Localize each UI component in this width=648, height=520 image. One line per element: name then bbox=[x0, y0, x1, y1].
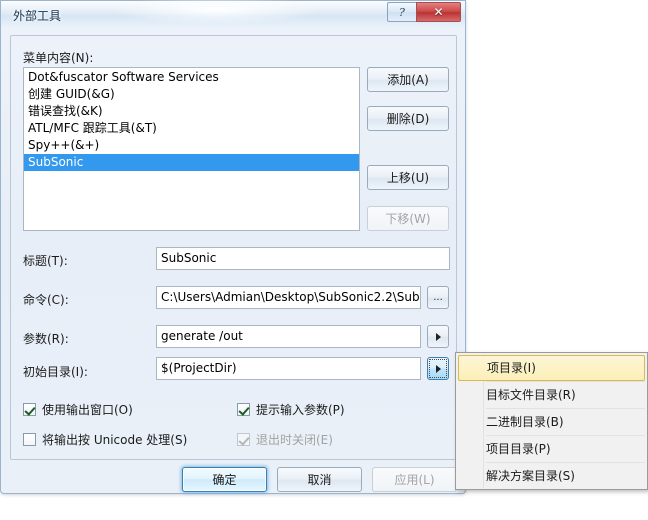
prompt-for-arguments-checkbox[interactable]: 提示输入参数(P) bbox=[237, 401, 345, 418]
close-on-exit-label: 退出时关闭(E) bbox=[256, 433, 333, 447]
chevron-right-icon bbox=[435, 332, 441, 341]
list-item-selected[interactable]: SubSonic bbox=[24, 154, 359, 171]
menu-item-target-file-dir[interactable]: 目标文件目录(R) bbox=[456, 382, 647, 408]
move-up-button[interactable]: 上移(U) bbox=[367, 165, 449, 190]
apply-button: 应用(L) bbox=[372, 467, 457, 492]
initial-directory-input[interactable]: $(ProjectDir) bbox=[156, 357, 421, 380]
help-icon[interactable]: ? bbox=[387, 2, 416, 22]
list-item[interactable]: 创建 GUID(&G) bbox=[24, 86, 359, 103]
menu-contents-listbox[interactable]: Dot&fuscator Software Services 创建 GUID(&… bbox=[23, 67, 360, 231]
prompt-for-arguments-label: 提示输入参数(P) bbox=[256, 403, 345, 417]
list-item[interactable]: Dot&fuscator Software Services bbox=[24, 69, 359, 86]
menu-item-solution-dir[interactable]: 解决方案目录(S) bbox=[456, 463, 647, 489]
external-tools-dialog: 外部工具 ? ✕ 菜单内容(N): Dot&fuscator Software … bbox=[0, 0, 466, 494]
checkbox-icon bbox=[23, 403, 36, 416]
list-item[interactable]: Spy++(&+) bbox=[24, 137, 359, 154]
checkbox-icon bbox=[237, 403, 250, 416]
command-field-label: 命令(C): bbox=[23, 293, 69, 307]
checkbox-icon bbox=[237, 433, 250, 446]
arguments-input[interactable]: generate /out bbox=[156, 325, 421, 348]
menu-item-binary-dir[interactable]: 二进制目录(B) bbox=[456, 409, 647, 435]
caption-button-group: ? ✕ bbox=[387, 2, 461, 23]
command-input[interactable]: C:\Users\Admian\Desktop\SubSonic2.2\Sub bbox=[156, 286, 421, 309]
close-on-exit-checkbox: 退出时关闭(E) bbox=[237, 431, 333, 448]
close-icon[interactable]: ✕ bbox=[416, 2, 461, 22]
ok-button[interactable]: 确定 bbox=[182, 467, 267, 492]
add-button[interactable]: 添加(A) bbox=[367, 67, 449, 92]
list-item[interactable]: 错误查找(&K) bbox=[24, 103, 359, 120]
window-title: 外部工具 bbox=[13, 9, 62, 23]
checkbox-icon bbox=[23, 433, 36, 446]
list-item[interactable]: ATL/MFC 跟踪工具(&T) bbox=[24, 120, 359, 137]
delete-button[interactable]: 删除(D) bbox=[367, 106, 449, 131]
arguments-macro-button[interactable] bbox=[427, 325, 449, 348]
cancel-button[interactable]: 取消 bbox=[277, 467, 362, 492]
title-field-label: 标题(T): bbox=[23, 254, 68, 268]
titlebar-glow bbox=[111, 0, 321, 25]
use-output-window-checkbox[interactable]: 使用输出窗口(O) bbox=[23, 401, 133, 418]
menu-item-project-dir[interactable]: 项目目录(P) bbox=[456, 436, 647, 462]
menu-contents-label: 菜单内容(N): bbox=[23, 51, 94, 65]
directory-macro-context-menu: 项目录(I) 目标文件目录(R) 二进制目录(B) 项目目录(P) 解决方案目录… bbox=[455, 352, 648, 490]
treat-output-as-unicode-checkbox[interactable]: 将输出按 Unicode 处理(S) bbox=[23, 431, 187, 448]
use-output-window-label: 使用输出窗口(O) bbox=[42, 403, 133, 417]
menu-item-project-dir-highlighted[interactable]: 项目录(I) bbox=[458, 355, 645, 381]
treat-output-as-unicode-label: 将输出按 Unicode 处理(S) bbox=[42, 433, 188, 447]
title-input[interactable]: SubSonic bbox=[156, 247, 450, 270]
move-down-button: 下移(W) bbox=[367, 206, 449, 231]
initial-directory-field-label: 初始目录(I): bbox=[23, 365, 88, 379]
chevron-right-icon bbox=[435, 364, 441, 373]
command-browse-button[interactable]: ... bbox=[427, 286, 449, 309]
initial-directory-macro-button[interactable] bbox=[427, 357, 449, 380]
arguments-field-label: 参数(R): bbox=[23, 332, 69, 346]
title-bar[interactable]: 外部工具 ? ✕ bbox=[1, 0, 465, 30]
